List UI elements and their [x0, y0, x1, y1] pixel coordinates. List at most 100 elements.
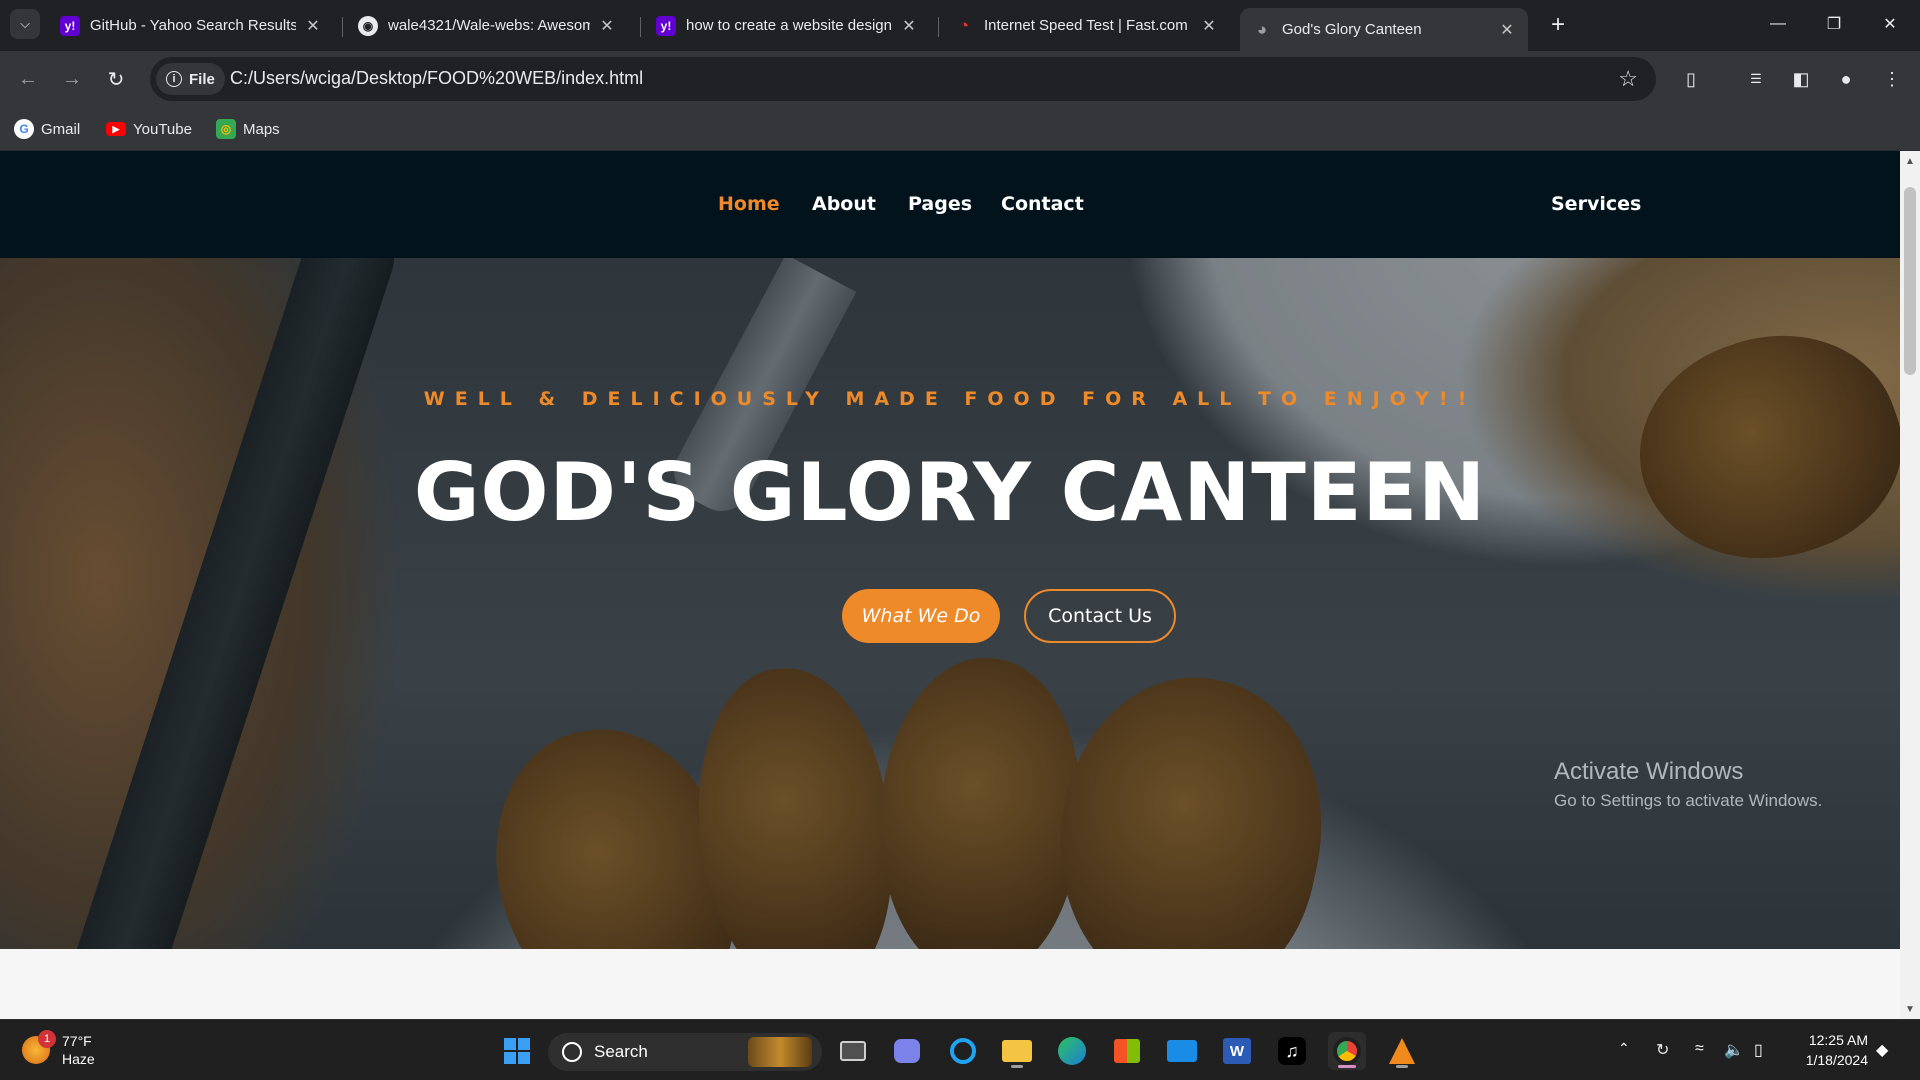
contact-us-button[interactable]: Contact Us [1024, 589, 1176, 643]
nav-contact[interactable]: Contact [1001, 193, 1084, 215]
start-button[interactable] [498, 1032, 536, 1070]
notification-badge: 1 [38, 1030, 56, 1048]
reload-button[interactable]: ↻ [98, 61, 134, 97]
tab-website-design[interactable]: y! how to create a website design ✕ [644, 8, 930, 43]
new-tab-button[interactable]: + [1543, 10, 1573, 40]
side-panel-icon[interactable]: ◧ [1785, 63, 1817, 95]
taskbar-search[interactable]: Search [548, 1033, 822, 1071]
word-icon[interactable]: W [1218, 1032, 1256, 1070]
task-view-icon[interactable] [834, 1032, 872, 1070]
clock-date: 1/18/2024 [1805, 1052, 1868, 1068]
screen: ⌵ y! GitHub - Yahoo Search Results ✕ ◉ w… [0, 0, 1920, 1080]
show-hidden-icons[interactable]: ⌃ [1618, 1040, 1630, 1057]
tab-title: wale4321/Wale-webs: Awesome [388, 17, 590, 34]
hero-title: GOD'S GLORY CANTEEN [413, 446, 1487, 539]
url-text[interactable]: C:/Users/wciga/Desktop/FOOD%20WEB/index.… [230, 68, 643, 89]
weather-condition: Haze [62, 1051, 95, 1067]
mail-icon[interactable] [1163, 1032, 1201, 1070]
page-viewport: Home About Pages Contact Services WELL &… [0, 151, 1900, 1019]
hero-section: WELL & DELICIOUSLY MADE FOOD FOR ALL TO … [0, 258, 1900, 949]
address-bar[interactable]: i File C:/Users/wciga/Desktop/FOOD%20WEB… [150, 57, 1656, 101]
site-info-chip[interactable]: i File [156, 63, 225, 95]
nav-pages[interactable]: Pages [908, 193, 972, 215]
close-window-button[interactable]: ✕ [1862, 0, 1918, 48]
search-highlight-image [748, 1037, 812, 1067]
microsoft-store-icon[interactable] [1108, 1032, 1146, 1070]
tab-github-yahoo[interactable]: y! GitHub - Yahoo Search Results ✕ [48, 8, 334, 43]
close-icon[interactable]: ✕ [598, 17, 616, 35]
scroll-down-icon[interactable]: ▼ [1900, 1001, 1920, 1017]
bookmark-maps[interactable]: ◎ Maps [216, 117, 280, 141]
scrollbar-thumb[interactable] [1904, 187, 1916, 375]
arrow-left-icon: ← [18, 67, 38, 90]
youtube-icon: ▶ [106, 122, 126, 136]
google-icon: G [14, 119, 34, 139]
close-icon[interactable]: ✕ [1498, 21, 1516, 39]
sync-icon[interactable]: ↻ [1656, 1040, 1669, 1060]
tab-fast-com[interactable]: ◔ Internet Speed Test | Fast.com ✕ [942, 8, 1230, 43]
file-explorer-icon[interactable] [998, 1032, 1036, 1070]
notifications-icon[interactable]: ◆ [1876, 1040, 1888, 1060]
tab-title: GitHub - Yahoo Search Results [90, 17, 296, 34]
arrow-right-icon: → [62, 67, 82, 90]
tab-title: how to create a website design [686, 17, 892, 34]
yahoo-icon: y! [656, 15, 676, 36]
globe-icon: ◕ [1256, 19, 1268, 39]
bookmark-gmail[interactable]: G Gmail [14, 117, 80, 141]
close-icon[interactable]: ✕ [900, 17, 918, 35]
fast-icon: ◔ [958, 15, 970, 35]
yahoo-icon: y! [60, 15, 80, 36]
edge-icon[interactable] [1053, 1032, 1091, 1070]
more-menu-icon[interactable]: ⋮ [1876, 63, 1908, 95]
activate-windows-subtitle: Go to Settings to activate Windows. [1554, 791, 1823, 810]
cortana-icon[interactable] [944, 1032, 982, 1070]
search-icon [562, 1042, 582, 1062]
minimize-button[interactable]: — [1750, 0, 1806, 48]
bookmark-youtube[interactable]: ▶ YouTube [106, 117, 192, 141]
tiktok-icon[interactable]: ♫ [1273, 1032, 1311, 1070]
reload-icon: ↻ [107, 68, 125, 91]
forward-button[interactable]: → [54, 61, 90, 97]
nav-about[interactable]: About [812, 193, 876, 215]
info-icon: i [166, 71, 182, 87]
media-control-icon[interactable]: ☰ [1740, 63, 1772, 95]
system-clock[interactable]: 12:25 AM 1/18/2024 [1796, 1030, 1868, 1070]
weather-widget[interactable]: 1 77°F Haze [22, 1030, 95, 1068]
bookmarks-bar: G Gmail ▶ YouTube ◎ Maps [0, 107, 1920, 151]
site-navbar: Home About Pages Contact Services [0, 151, 1900, 258]
page-scrollbar[interactable]: ▲ ▼ [1900, 151, 1920, 1019]
browser-toolbar: ← → ↻ i File C:/Users/wciga/Desktop/FOOD… [0, 51, 1920, 107]
vlc-icon[interactable] [1383, 1032, 1421, 1070]
what-we-do-button[interactable]: What We Do [842, 589, 1000, 643]
windows-logo-icon [504, 1038, 530, 1064]
back-button[interactable]: ← [10, 61, 46, 97]
taskbar-search-label: Search [594, 1042, 648, 1061]
battery-icon[interactable]: ▯ [1754, 1040, 1763, 1060]
maps-icon: ◎ [216, 119, 236, 139]
bookmark-label: YouTube [133, 120, 192, 138]
teams-chat-icon[interactable] [888, 1032, 926, 1070]
chevron-down-icon: ⌵ [20, 16, 30, 31]
nav-services[interactable]: Services [1551, 193, 1641, 215]
close-icon[interactable]: ✕ [304, 17, 322, 35]
close-icon[interactable]: ✕ [1200, 17, 1218, 35]
bookmark-star-icon[interactable]: ☆ [1618, 66, 1638, 92]
weather-haze-icon: 1 [22, 1030, 56, 1064]
tab-wale-webs[interactable]: ◉ wale4321/Wale-webs: Awesome ✕ [346, 8, 628, 43]
taskbar: 1 77°F Haze Search W ♫ ⌃ ↻ ≈ 🔈 ▯ 12:25 A… [0, 1019, 1920, 1080]
github-icon: ◉ [358, 15, 378, 36]
profile-icon[interactable]: ● [1830, 63, 1862, 95]
volume-icon[interactable]: 🔈 [1724, 1040, 1744, 1060]
bookmark-label: Gmail [41, 120, 81, 138]
tab-search-button[interactable]: ⌵ [10, 9, 40, 39]
chrome-icon[interactable] [1328, 1032, 1366, 1070]
nav-home[interactable]: Home [718, 193, 780, 215]
bookmark-label: Maps [243, 120, 280, 138]
extensions-icon[interactable]: ▯ [1675, 63, 1707, 95]
tab-strip: ⌵ y! GitHub - Yahoo Search Results ✕ ◉ w… [0, 0, 1920, 51]
restore-button[interactable]: ❐ [1806, 0, 1862, 48]
wifi-icon[interactable]: ≈ [1695, 1040, 1704, 1058]
tab-gods-glory-canteen[interactable]: ◕ God's Glory Canteen ✕ [1240, 8, 1528, 51]
scroll-up-icon[interactable]: ▲ [1900, 153, 1920, 169]
tab-title: God's Glory Canteen [1282, 21, 1422, 38]
